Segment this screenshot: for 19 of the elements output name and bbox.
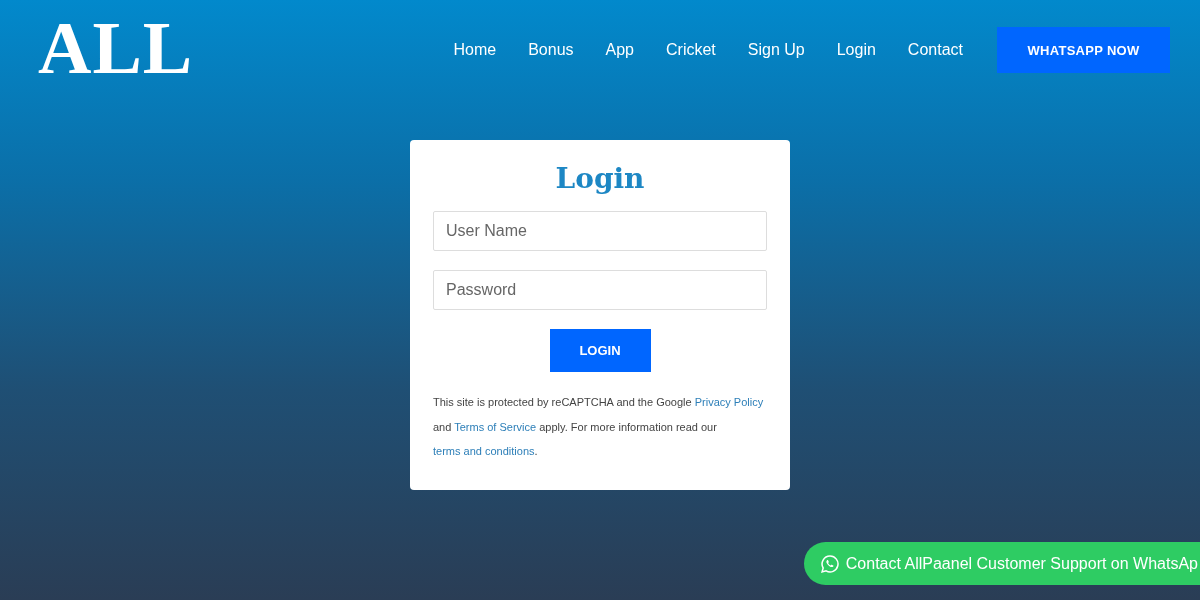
- input-field[interactable]: Password: [433, 270, 767, 310]
- recaptcha-notice: This site is protected by reCAPTCHA and the Google Privacy Policy and Terms of Service apply. For more information read our terms and conditions.: [433, 395, 765, 459]
- nav-link[interactable]: App: [589, 41, 650, 59]
- whatsapp-button[interactable]: WHATSAPP NOW: [997, 27, 1170, 73]
- login-button[interactable]: LOGIN: [549, 329, 651, 372]
- nav-link[interactable]: Sign Up: [731, 41, 821, 59]
- input-field[interactable]: User Name: [433, 211, 767, 251]
- chat-bubble-phone-icon: [819, 553, 840, 574]
- login-title: Login: [554, 162, 646, 195]
- nav-link[interactable]: Home: [437, 41, 513, 59]
- policy-link[interactable]: Terms of Service: [454, 420, 537, 433]
- site-logo[interactable]: ALL: [38, 11, 194, 85]
- nav-link[interactable]: Contact: [891, 41, 979, 59]
- nav-link[interactable]: Login: [820, 41, 892, 59]
- policy-link[interactable]: Privacy Policy: [694, 396, 764, 408]
- nav-link[interactable]: Cricket: [650, 41, 732, 59]
- support-label: Contact AllPaanel Customer Support on WhatsAp: [845, 554, 1198, 573]
- nav-link[interactable]: Bonus: [512, 41, 590, 59]
- policy-link[interactable]: terms and conditions: [433, 445, 535, 457]
